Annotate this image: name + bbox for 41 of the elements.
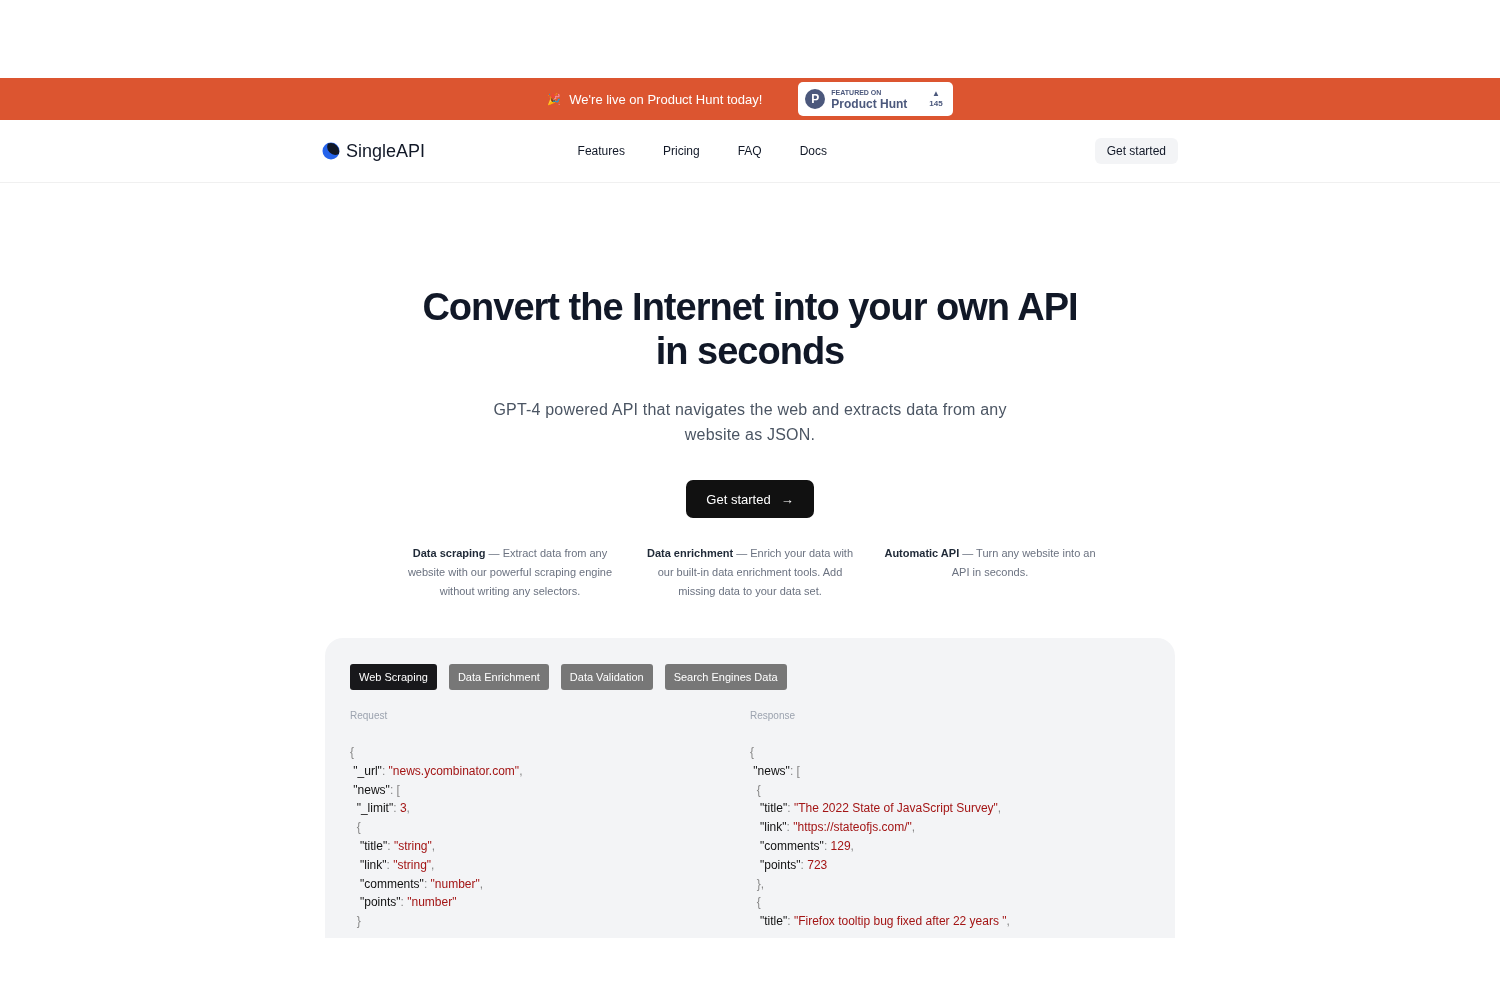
code-line: "comments": "number", xyxy=(359,875,485,893)
code-line: "news": [ xyxy=(352,781,401,799)
nav-link[interactable]: FAQ xyxy=(737,144,762,158)
pane-label: Request xyxy=(350,710,389,721)
code-line: { xyxy=(355,819,362,837)
code-line: "_limit": 3, xyxy=(355,800,411,818)
demo-tab[interactable]: Search Engines Data xyxy=(664,664,787,690)
demo-tab[interactable]: Data Validation xyxy=(560,664,653,690)
code-line: "news": [ xyxy=(752,762,801,780)
feature-description: Data enrichment — Enrich your data with our built-in data enrichment tools. Add missing data to your data set. xyxy=(645,546,854,599)
nav-link[interactable]: Features xyxy=(577,144,625,158)
code-line: "_url": "news.ycombinator.com", xyxy=(352,762,524,780)
pane-label: Response xyxy=(750,710,797,721)
announcement-text: We're live on Product Hunt today! xyxy=(569,91,763,107)
code-line: { xyxy=(350,744,355,761)
party-icon: 🎉 xyxy=(547,92,562,106)
code-line: "title": "The 2022 State of JavaScript Survey", xyxy=(759,800,1003,818)
nav-link[interactable]: Docs xyxy=(799,144,827,158)
code-line: { xyxy=(755,894,762,912)
get-started-button[interactable]: Get started xyxy=(1094,138,1178,164)
code-line: "title": "string", xyxy=(359,838,437,855)
feature-description: Data scraping — Extract data from any website with our powerful scraping engine without writing any selectors. xyxy=(406,546,614,599)
get-started-button[interactable]: Get started → xyxy=(686,480,814,518)
code-line: }, xyxy=(755,875,765,893)
nav-link[interactable]: Pricing xyxy=(662,144,700,158)
code-line: "comments": 129, xyxy=(759,838,855,855)
code-line: { xyxy=(750,744,755,761)
demo-tab[interactable]: Web Scraping xyxy=(350,664,437,690)
code-line: "link": "https://stateofjs.com/", xyxy=(759,819,917,837)
code-line: } xyxy=(355,913,362,931)
code-line: "link": "string", xyxy=(359,856,436,874)
code-line: "points": "number" xyxy=(359,894,458,912)
hero-subtitle: GPT-4 powered API that navigates the web and extracts data from any website as JSON. xyxy=(492,400,1008,445)
feature-description: Automatic API — Turn any website into an API in seconds. xyxy=(884,546,1096,580)
brand-name[interactable]: SingleAPI xyxy=(346,140,426,162)
hero-title: Convert the Internet into your own API in seconds xyxy=(422,285,1078,373)
demo-tab[interactable]: Data Enrichment xyxy=(448,664,549,690)
code-line: "title": "Firefox tooltip bug fixed after 22 years ", xyxy=(759,913,1011,931)
code-line: { xyxy=(755,781,762,799)
logo-icon xyxy=(322,142,340,160)
code-line: "points": 723 xyxy=(759,856,829,874)
